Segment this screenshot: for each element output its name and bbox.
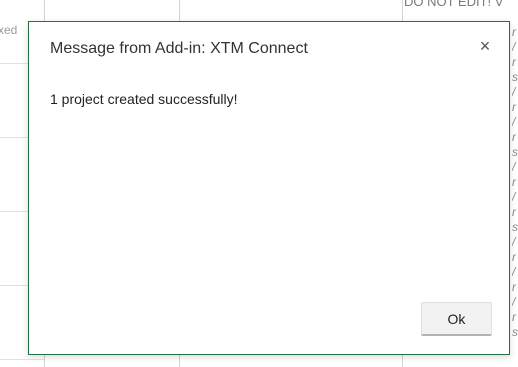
cell-text-fragment: / [512,191,516,203]
cell-text-fragment: / [512,161,516,173]
cell-text-fragment: xed [0,23,18,37]
ok-button[interactable]: Ok [421,302,492,336]
cell-text-fragment: / [512,116,516,128]
cell-text-fragment: r [512,101,516,113]
cell-text-fragment: s [512,326,518,338]
cell-text-fragment: r [512,251,516,263]
close-icon[interactable]: × [473,34,497,58]
message-dialog: Message from Add-in: XTM Connect × 1 pro… [28,21,510,355]
column-header-fragment: DO NOT EDIT! V [404,0,504,9]
cell-text-fragment: r [512,311,516,323]
cell-text-fragment: s [512,146,518,158]
row-gridline [0,359,44,360]
cell-text-fragment: r [512,281,516,293]
cell-text-fragment: r [512,56,516,68]
dialog-message: 1 project created successfully! [50,91,238,107]
cell-text-fragment: / [512,266,516,278]
cell-text-fragment: / [512,41,516,53]
cell-text-fragment: r [512,206,516,218]
cell-text-fragment: / [512,86,516,98]
cell-text-fragment: r [512,131,516,143]
cell-text-fragment: / [512,296,516,308]
cell-text-fragment: / [512,236,516,248]
dialog-title: Message from Add-in: XTM Connect [50,40,308,57]
cell-text-fragment: s [512,71,518,83]
cell-text-fragment: r [512,176,516,188]
cell-text-fragment: r [512,26,516,38]
cell-text-fragment: s [512,221,518,233]
